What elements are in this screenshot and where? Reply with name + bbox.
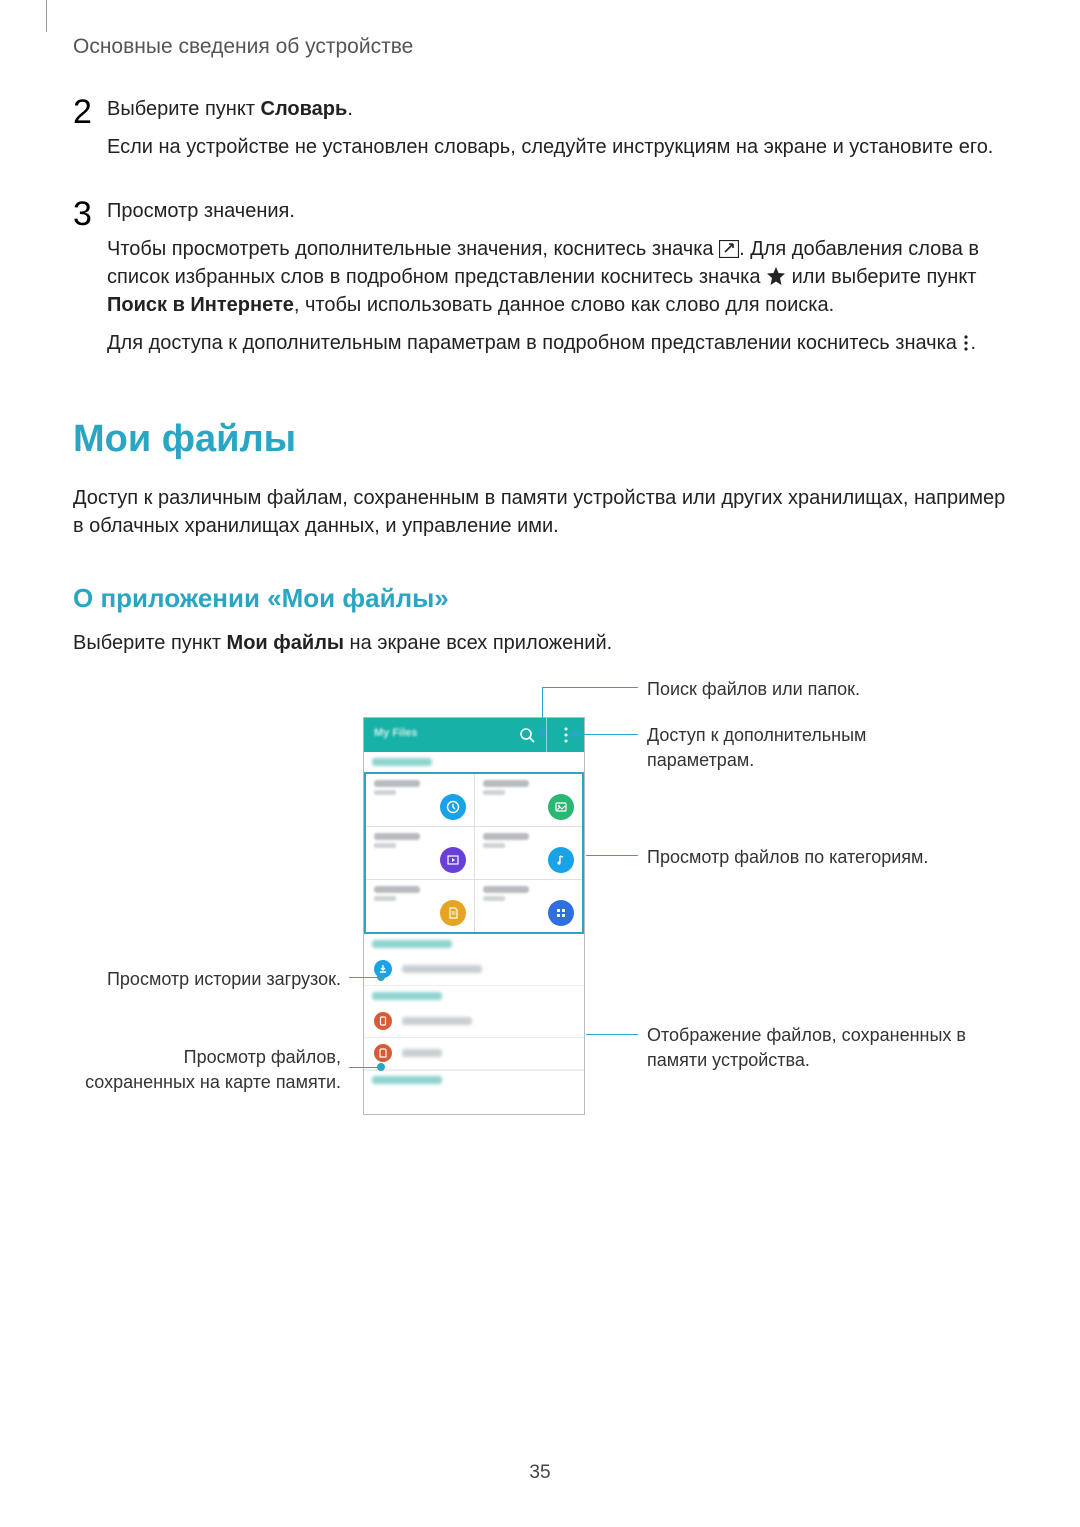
cell-recent xyxy=(366,774,474,826)
text: Выберите пункт xyxy=(73,632,227,654)
bold-text: Словарь xyxy=(261,98,348,120)
callout-downloads: Просмотр истории загрузок. xyxy=(73,967,341,992)
step-3: 3 Просмотр значения. Чтобы просмотреть д… xyxy=(73,197,1013,367)
page-content: 2 Выберите пункт Словарь. Если на устрой… xyxy=(73,95,1013,1207)
app-title-blurred: My Files xyxy=(374,726,417,741)
expand-icon xyxy=(719,240,739,258)
step2-line2: Если на устройстве не установлен словарь… xyxy=(107,133,1013,161)
section-local xyxy=(364,986,584,1006)
heading-my-files: Мои файлы xyxy=(73,413,1013,466)
star-icon xyxy=(766,266,786,286)
step3-line1: Просмотр значения. xyxy=(107,197,1013,225)
bold-text: Мои файлы xyxy=(227,632,344,654)
music-icon xyxy=(548,847,574,873)
step-number: 3 xyxy=(73,197,107,367)
callout-device: Отображение файлов, сохраненных в памяти… xyxy=(647,1023,967,1073)
text: или выберите пункт xyxy=(786,266,976,288)
page-edge-line xyxy=(46,0,47,32)
leader-dot xyxy=(377,1063,385,1071)
phone-title-bar: My Files xyxy=(364,718,584,752)
intro-text: Доступ к различным файлам, сохраненным в… xyxy=(73,484,1013,540)
step3-line2: Чтобы просмотреть дополнительные значени… xyxy=(107,235,1013,319)
bold-text: Поиск в Интернете xyxy=(107,294,294,316)
step3-line3: Для доступа к дополнительным параметрам … xyxy=(107,329,1013,357)
grid-row xyxy=(366,880,582,932)
my-files-diagram: My Files xyxy=(73,677,1013,1207)
leader-dot xyxy=(377,973,385,981)
section-cloud xyxy=(364,1070,584,1090)
step2-line1: Выберите пункт Словарь. xyxy=(107,95,1013,123)
category-grid xyxy=(364,772,584,934)
grid-row xyxy=(366,774,582,827)
leader xyxy=(586,1034,638,1035)
section-quick xyxy=(364,752,584,772)
callout-categories: Просмотр файлов по категориям. xyxy=(647,845,928,870)
text: на экране всех приложений. xyxy=(344,632,612,654)
text: Чтобы просмотреть дополнительные значени… xyxy=(107,238,719,260)
row-device-storage xyxy=(364,1006,584,1038)
text: Для доступа к дополнительным параметрам … xyxy=(107,332,962,354)
leader xyxy=(349,1067,379,1068)
row-download-history xyxy=(364,954,584,986)
image-icon xyxy=(548,794,574,820)
leader-dot xyxy=(571,730,579,738)
device-icon xyxy=(374,1012,392,1030)
text: Выберите пункт xyxy=(107,98,261,120)
leader xyxy=(586,855,638,856)
body-text: Выберите пункт Мои файлы на экране всех … xyxy=(73,629,1013,657)
phone-mock: My Files xyxy=(363,717,585,1115)
cell-downloaded xyxy=(474,880,582,932)
grid-row xyxy=(366,827,582,880)
row-sd-card xyxy=(364,1038,584,1070)
cell-videos xyxy=(366,827,474,879)
section-download xyxy=(364,934,584,954)
sdcard-icon xyxy=(374,1044,392,1062)
text: . xyxy=(347,98,353,120)
clock-icon xyxy=(440,794,466,820)
search-icon xyxy=(513,721,541,749)
callout-sdcard: Просмотр файлов, сохраненных на карте па… xyxy=(73,1045,341,1095)
separator xyxy=(546,718,547,752)
cell-audio xyxy=(474,827,582,879)
cell-images xyxy=(474,774,582,826)
callout-search: Поиск файлов или папок. xyxy=(647,677,860,702)
step-body: Просмотр значения. Чтобы просмотреть доп… xyxy=(107,197,1013,367)
step-body: Выберите пункт Словарь. Если на устройст… xyxy=(107,95,1013,171)
page-header: Основные сведения об устройстве xyxy=(73,32,413,61)
subheading-about: О приложении «Мои файлы» xyxy=(73,580,1013,616)
page-number: 35 xyxy=(0,1460,1080,1487)
document-icon xyxy=(440,900,466,926)
leader xyxy=(349,977,379,978)
text: , чтобы использовать данное слово как сл… xyxy=(294,294,834,316)
leader xyxy=(542,687,638,688)
cell-documents xyxy=(366,880,474,932)
leader-dot xyxy=(538,729,546,737)
text: . xyxy=(970,332,976,354)
video-icon xyxy=(440,847,466,873)
step-2: 2 Выберите пункт Словарь. Если на устрой… xyxy=(73,95,1013,171)
apps-icon xyxy=(548,900,574,926)
leader xyxy=(542,687,543,733)
callout-more: Доступ к дополнительным параметрам. xyxy=(647,723,897,773)
step-number: 2 xyxy=(73,95,107,171)
leader xyxy=(575,734,638,735)
